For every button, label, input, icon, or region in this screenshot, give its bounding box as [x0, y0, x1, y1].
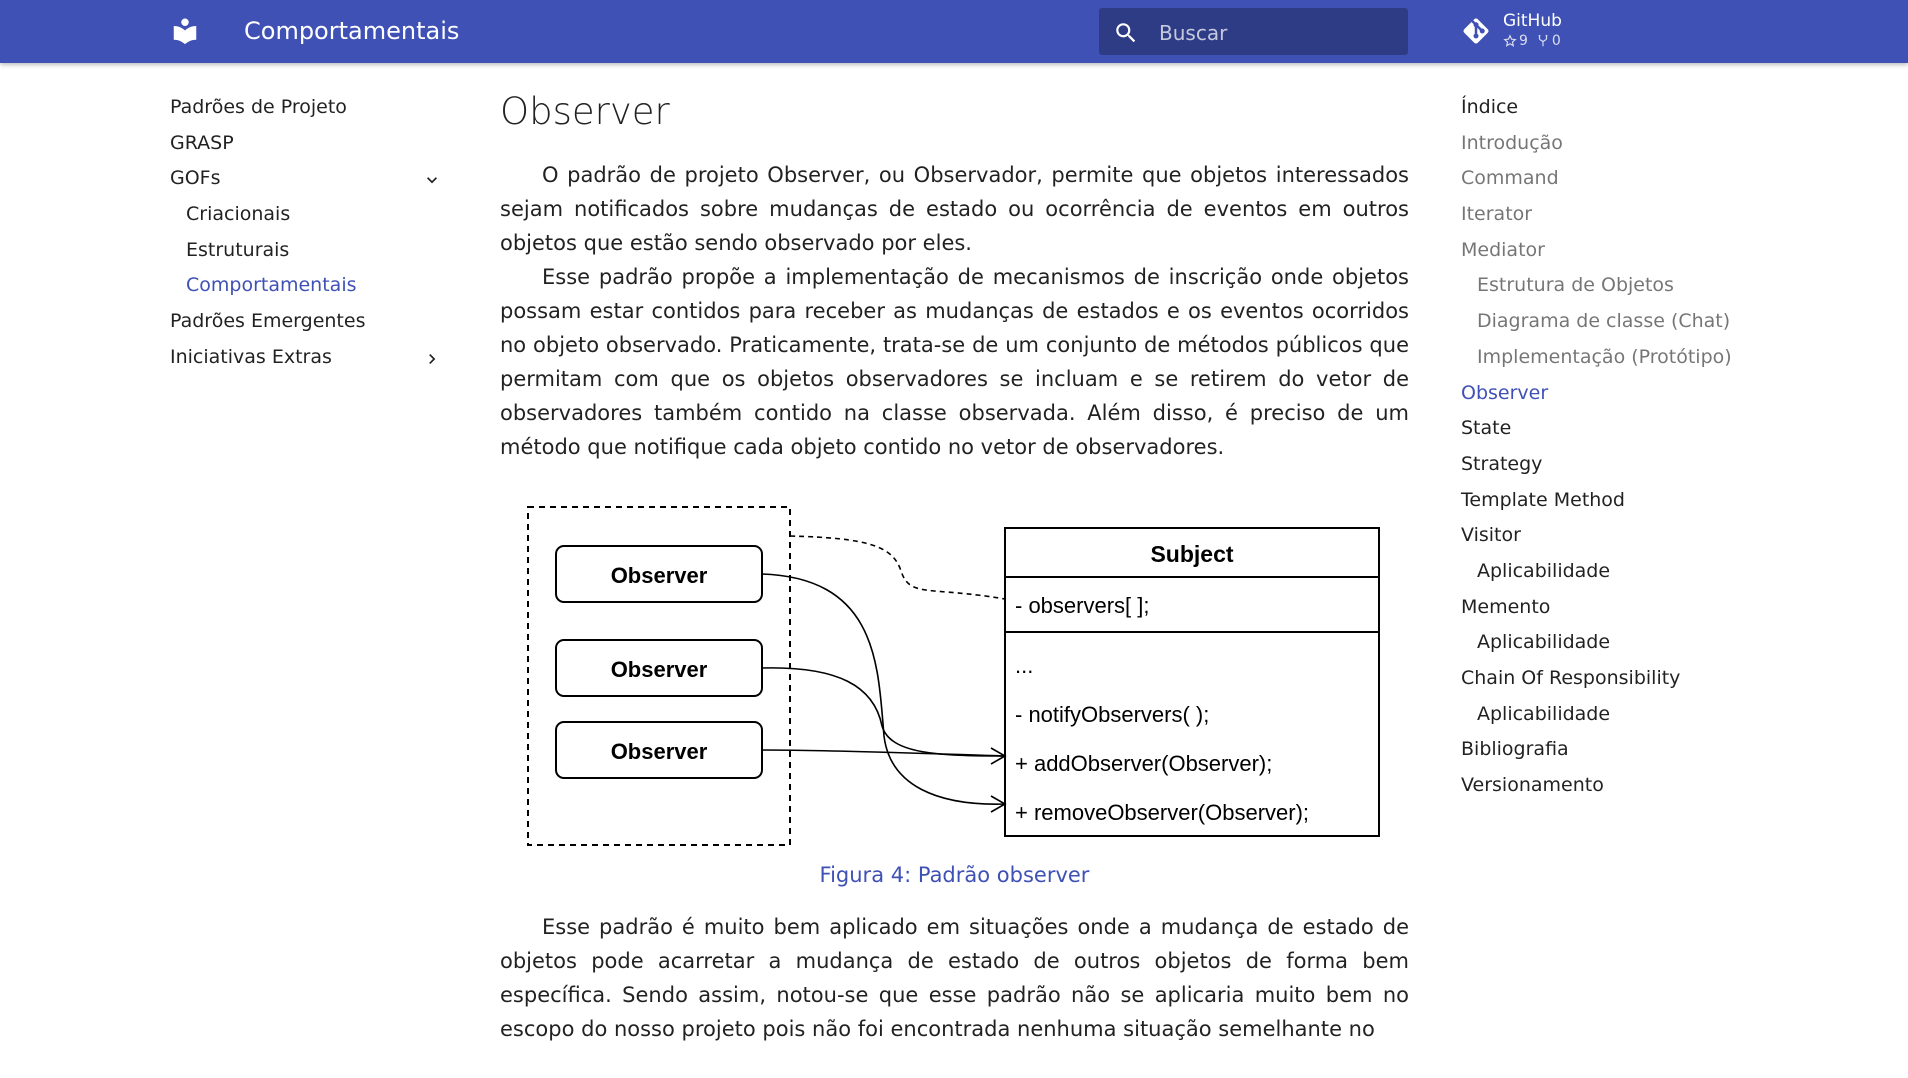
observer-box: Observer	[555, 721, 763, 779]
observer-label: Observer	[611, 739, 708, 764]
toc-item-memento[interactable]: Memento	[1461, 592, 1781, 628]
nav-item-label: Iniciativas Extras	[170, 345, 332, 368]
fork-icon	[1538, 34, 1548, 47]
top-header: Comportamentais GitHub 9 0	[0, 0, 1908, 63]
forks-count: 0	[1551, 33, 1561, 49]
toc-item-estrutura-de-objetos[interactable]: Estrutura de Objetos	[1461, 270, 1781, 306]
nav-item-padroes-emergentes[interactable]: Padrões Emergentes	[170, 306, 450, 342]
subject-method: - notifyObservers( );	[1015, 702, 1209, 727]
toc-item-visitor[interactable]: Visitor	[1461, 520, 1781, 556]
paragraph: O padrão de projeto Observer, ou Observa…	[500, 163, 1409, 255]
forks-fact: 0	[1536, 33, 1561, 49]
primary-nav: Padrões de Projeto GRASP GOFs Criacionai…	[170, 92, 450, 378]
toc-item-implementacao[interactable]: Implementação (Protótipo)	[1461, 342, 1781, 378]
nav-item-estruturais[interactable]: Estruturais	[170, 235, 450, 271]
toc-item-observer[interactable]: Observer	[1461, 378, 1781, 414]
nav-title[interactable]: Padrões de Projeto	[170, 92, 450, 128]
toc-item-aplicabilidade[interactable]: Aplicabilidade	[1461, 699, 1781, 735]
search-icon	[1116, 23, 1136, 43]
site-title: Comportamentais	[244, 17, 460, 45]
chevron-down-icon[interactable]	[422, 170, 442, 190]
nav-item-comportamentais[interactable]: Comportamentais	[170, 270, 450, 306]
toc-item-state[interactable]: State	[1461, 413, 1781, 449]
nav-item-criacionais[interactable]: Criacionais	[170, 199, 450, 235]
toc-item-diagrama-de-classe[interactable]: Diagrama de classe (Chat)	[1461, 306, 1781, 342]
subject-title: Subject	[1150, 541, 1233, 567]
observer-box: Observer	[555, 545, 763, 603]
toc-item-introducao[interactable]: Introdução	[1461, 128, 1781, 164]
toc-title: Índice	[1461, 96, 1519, 118]
subject-method: ...	[1015, 653, 1033, 678]
toc-item-command[interactable]: Command	[1461, 163, 1781, 199]
nav-item-grasp[interactable]: GRASP	[170, 128, 450, 164]
nav-item-label: Criacionais	[186, 203, 291, 226]
search-input[interactable]	[1157, 8, 1401, 57]
dependency-arrows	[761, 573, 1007, 813]
nav-item-gofs[interactable]: GOFs	[170, 163, 450, 199]
toc-item-aplicabilidade[interactable]: Aplicabilidade	[1461, 627, 1781, 663]
page-title: Observer	[500, 90, 670, 133]
toc-item-template-method[interactable]: Template Method	[1461, 485, 1781, 521]
paragraph: Esse padrão é muito bem aplicado em situ…	[500, 915, 1409, 1041]
nav-item-label: GOFs	[170, 167, 221, 190]
toc-item-mediator[interactable]: Mediator	[1461, 235, 1781, 271]
book-logo-icon[interactable]	[170, 16, 200, 46]
nav-item-label: Estruturais	[186, 238, 290, 261]
toc-item-strategy[interactable]: Strategy	[1461, 449, 1781, 485]
repo-name: GitHub	[1503, 11, 1562, 31]
observer-label: Observer	[611, 657, 708, 682]
nav-item-label: GRASP	[170, 131, 234, 154]
toc-item-chain-of-responsibility[interactable]: Chain Of Responsibility	[1461, 663, 1781, 699]
toc-item-versionamento[interactable]: Versionamento	[1461, 770, 1781, 806]
nav-item-label: Padrões Emergentes	[170, 310, 366, 333]
stars-count: 9	[1519, 33, 1528, 49]
nav-item-iniciativas-extras[interactable]: Iniciativas Extras	[170, 342, 450, 378]
toc-item-aplicabilidade[interactable]: Aplicabilidade	[1461, 556, 1781, 592]
aggregation-connector	[789, 535, 1006, 600]
repo-facts: 9 0	[1503, 33, 1561, 49]
subject-attribute: - observers[ ];	[1015, 593, 1149, 618]
nav-item-label: Comportamentais	[186, 274, 357, 297]
paragraph: Esse padrão propõe a implementação de me…	[500, 265, 1409, 459]
subject-class-box: Subject - observers[ ]; ... - notifyObse…	[1004, 527, 1380, 837]
star-icon	[1503, 34, 1517, 47]
observer-label: Observer	[611, 563, 708, 588]
chevron-right-icon[interactable]	[422, 349, 442, 369]
git-icon	[1463, 18, 1489, 44]
table-of-contents: Índice Introdução Command Iterator Media…	[1461, 92, 1781, 806]
toc-item-bibliografia[interactable]: Bibliografia	[1461, 734, 1781, 770]
search-box[interactable]	[1099, 8, 1408, 57]
subject-method: + addObserver(Observer);	[1015, 751, 1272, 776]
observer-box: Observer	[555, 639, 763, 697]
stars-fact: 9	[1503, 33, 1528, 49]
article-content: Observer O padrão de projeto Observer, o…	[500, 88, 1409, 1046]
subject-method: + removeObserver(Observer);	[1015, 800, 1309, 825]
toc-item-iterator[interactable]: Iterator	[1461, 199, 1781, 235]
figure-caption: Figura 4: Padrão observer	[819, 863, 1090, 887]
observer-diagram: Observer Observer Observer Subject - obs…	[527, 506, 1380, 846]
